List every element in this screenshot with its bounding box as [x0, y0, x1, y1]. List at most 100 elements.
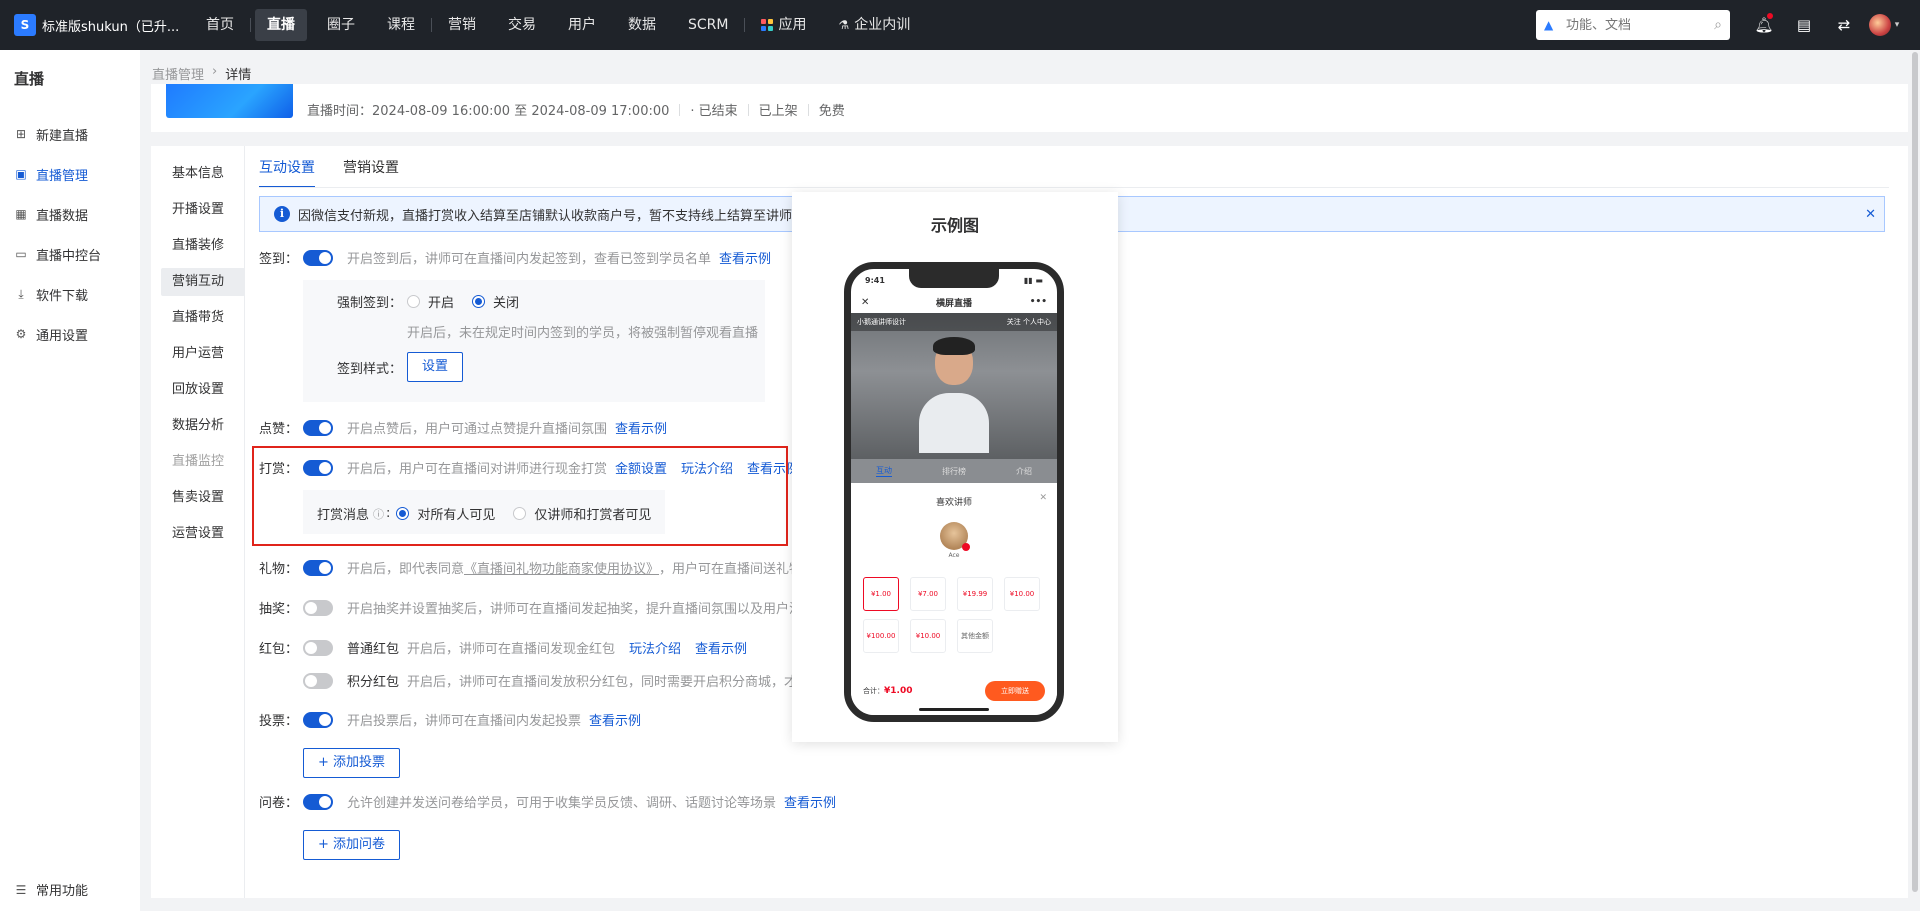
live-header-card: 直播时间：2024-08-09 16:00:00 至 2024-08-09 17…	[151, 84, 1908, 132]
redpacket-points-toggle[interactable]	[303, 672, 333, 689]
nav-trade[interactable]: 交易	[496, 9, 548, 41]
checkin-toggle[interactable]	[303, 249, 333, 266]
sub-item-decoration[interactable]: 直播装修	[161, 232, 245, 260]
total-label: 合计：	[863, 687, 884, 695]
apps-grid-icon	[761, 19, 774, 31]
phone-mockup: 9:41 ▮▮ ▬ ✕ 横屏直播 ••• 小鹅通讲师设计 关注 个人中心 互动 …	[844, 262, 1064, 722]
redpacket-example-link[interactable]: 查看示例	[695, 638, 747, 657]
radio-label: 开启	[428, 296, 455, 311]
tab-interaction-settings[interactable]: 互动设置	[259, 156, 315, 188]
tabs-divider	[259, 187, 1889, 188]
sub-item-selling[interactable]: 直播带货	[161, 304, 245, 332]
vote-toggle[interactable]	[303, 711, 333, 728]
survey-toggle[interactable]	[303, 793, 333, 810]
notification-bell-icon[interactable]: 🔔︎	[1744, 0, 1784, 50]
phone-tab: 介绍	[1016, 466, 1032, 476]
sub-item-basic-info[interactable]: 基本信息	[161, 160, 245, 188]
sidebar-item-settings[interactable]: ⚙ 通用设置	[0, 314, 140, 354]
total-value: ¥1.00	[884, 686, 913, 696]
sub-item-operation-settings[interactable]: 运营设置	[161, 520, 245, 548]
sidebar-item-live-data[interactable]: ▦ 直播数据	[0, 194, 140, 234]
nav-marketing[interactable]: 营销	[436, 9, 488, 41]
like-toggle[interactable]	[303, 419, 333, 436]
brand[interactable]: S 标准版shukun（已升...	[0, 14, 190, 36]
amount-option: ¥19.99	[957, 577, 993, 611]
global-search: ▲ ⌕	[1536, 10, 1730, 40]
sidebar-item-console[interactable]: ▭ 直播中控台	[0, 234, 140, 274]
nav-apps[interactable]: 应用	[749, 9, 818, 41]
phone-reward-sheet: 喜欢讲师 ✕ Ace ¥1.00 ¥7.00 ¥19.99 ¥10.00 ¥10…	[851, 485, 1057, 715]
example-title: 示例图	[930, 216, 979, 235]
sub-item-sale-settings[interactable]: 售卖设置	[161, 484, 245, 512]
sub-item-replay[interactable]: 回放设置	[161, 376, 245, 404]
example-popover: 示例图 9:41 ▮▮ ▬ ✕ 横屏直播 ••• 小鹅通讲师设计 关注 个人中心	[792, 192, 1118, 742]
page-scrollbar[interactable]	[1912, 52, 1918, 907]
amount-option: ¥7.00	[910, 577, 946, 611]
add-survey-button[interactable]: + 添加问卷	[303, 830, 401, 860]
gift-toggle[interactable]	[303, 559, 333, 576]
nav-live[interactable]: 直播	[255, 9, 307, 41]
phone-channel-name: 小鹅通讲师设计	[857, 318, 906, 326]
nav-home[interactable]: 首页	[194, 9, 246, 41]
amount-option: ¥1.00	[863, 577, 899, 611]
sub-menu: 基本信息 开播设置 直播装修 营销互动 直播带货 用户运营 回放设置 数据分析 …	[161, 160, 245, 556]
close-icon[interactable]: ✕	[1865, 207, 1876, 222]
search-input[interactable]	[1566, 17, 1715, 33]
sub-item-marketing-interaction[interactable]: 营销互动	[161, 268, 245, 296]
store-icon[interactable]: ▤	[1784, 0, 1824, 50]
nav-scrm[interactable]: SCRM	[676, 9, 740, 41]
live-time: 直播时间：2024-08-09 16:00:00 至 2024-08-09 17…	[307, 104, 670, 119]
phone-tab: 互动	[876, 466, 892, 477]
redpacket-intro-link[interactable]: 玩法介绍	[629, 638, 681, 657]
switch-icon[interactable]: ⇄	[1824, 0, 1864, 50]
breadcrumb-parent[interactable]: 直播管理	[152, 64, 204, 83]
sub-item-user-operation[interactable]: 用户运营	[161, 340, 245, 368]
force-checkin-on-radio[interactable]: 开启	[407, 292, 454, 311]
amount-option: ¥100.00	[863, 619, 899, 653]
live-price: 免费	[818, 104, 845, 119]
gift-agreement-link[interactable]: 《直播间礼物功能商家使用协议》	[464, 558, 659, 577]
menu-icon: ☰	[15, 882, 27, 897]
like-example-link[interactable]: 查看示例	[615, 418, 667, 437]
sidebar-title: 直播	[14, 70, 45, 88]
add-vote-button[interactable]: + 添加投票	[303, 748, 401, 778]
tabs: 互动设置 营销设置	[259, 156, 399, 188]
sidebar-item-new-live[interactable]: ⊞ 新建直播	[0, 114, 140, 154]
checkin-example-link[interactable]: 查看示例	[719, 248, 771, 267]
lottery-toggle[interactable]	[303, 599, 333, 616]
nav-training[interactable]: ⚗ 企业内训	[826, 9, 922, 41]
phone-tab: 排行榜	[942, 466, 966, 476]
scrollbar-thumb[interactable]	[1912, 52, 1918, 892]
redpacket-normal-toggle[interactable]	[303, 639, 333, 656]
nav-users[interactable]: 用户	[556, 9, 608, 41]
nav-data[interactable]: 数据	[616, 9, 668, 41]
user-menu[interactable]: ▾	[1864, 0, 1904, 50]
sidebar-item-live-manage[interactable]: ▣ 直播管理	[0, 154, 140, 194]
common-functions[interactable]: ☰ 常用功能	[14, 880, 88, 900]
phone-tabs: 互动 排行榜 介绍	[851, 459, 1057, 483]
training-icon: ⚗	[838, 18, 850, 32]
survey-example-link[interactable]: 查看示例	[784, 792, 836, 811]
sidebar-item-label: 软件下载	[36, 288, 89, 304]
search-icon[interactable]: ⌕	[1714, 17, 1722, 33]
tab-marketing-settings[interactable]: 营销设置	[343, 156, 399, 188]
search-logo-icon: ▲	[1544, 18, 1554, 32]
vote-example-link[interactable]: 查看示例	[589, 710, 641, 729]
nav-circle[interactable]: 圈子	[315, 9, 367, 41]
setting-label: 抽奖：	[259, 602, 299, 617]
setting-label: 问卷：	[259, 796, 299, 811]
nav-course[interactable]: 课程	[375, 9, 427, 41]
divider	[807, 103, 809, 116]
redpacket-normal-name: 普通红包	[347, 642, 400, 657]
force-checkin-off-radio[interactable]: 关闭	[472, 292, 519, 311]
sub-item-broadcast-settings[interactable]: 开播设置	[161, 196, 245, 224]
breadcrumb-separator-icon: ›	[212, 64, 218, 79]
list-square-icon: ▣	[15, 167, 27, 181]
checkin-style-button[interactable]: 设置	[407, 352, 464, 382]
setting-vote: 投票： 开启投票后，讲师可在直播间内发起投票 查看示例	[259, 710, 641, 729]
sidebar-item-download[interactable]: ⤓ 软件下载	[0, 274, 140, 314]
sub-item-analytics[interactable]: 数据分析	[161, 412, 245, 440]
sheet-footer: 合计：¥1.00 立即赠送	[851, 681, 1057, 701]
presenter-hair	[933, 337, 975, 355]
top-navbar: S 标准版shukun（已升... 首页 直播 圈子 课程 营销 交易 用户 数…	[0, 0, 1920, 50]
